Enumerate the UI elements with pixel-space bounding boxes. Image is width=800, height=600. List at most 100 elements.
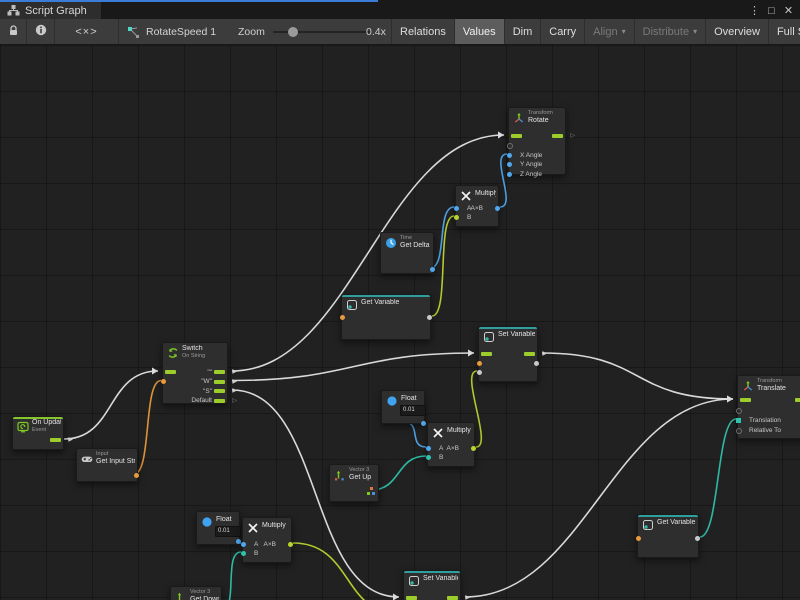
- node-header: Multiply: [262, 522, 289, 530]
- node-get-delta-time[interactable]: TimeGet Delta Time: [380, 232, 434, 274]
- dot-port[interactable]: [507, 172, 512, 177]
- variable-icon: [483, 330, 495, 342]
- flow-port[interactable]: [524, 352, 535, 356]
- node-on-update[interactable]: On UpdateEvent▶: [12, 416, 64, 450]
- dot-port[interactable]: [241, 551, 246, 556]
- circ-port[interactable]: [507, 143, 513, 149]
- dot-port[interactable]: [477, 361, 482, 366]
- node-vector3-get-up[interactable]: Vector 3Get Up: [329, 464, 379, 502]
- flow-port[interactable]: [165, 370, 176, 374]
- dot-port[interactable]: [454, 206, 459, 211]
- toolbar-button-relations[interactable]: Relations: [391, 19, 454, 44]
- tab-title: Script Graph: [25, 5, 87, 17]
- graph-reference[interactable]: RotateSpeed 1: [126, 19, 216, 44]
- dot-port[interactable]: [241, 542, 246, 547]
- node-title: Set Variable: [498, 331, 535, 339]
- maximize-button[interactable]: □: [763, 5, 780, 17]
- value-field[interactable]: 0.01: [215, 526, 241, 537]
- dot-port[interactable]: [495, 206, 500, 211]
- flow-port[interactable]: [50, 438, 61, 442]
- toolbar-button-fullscreen[interactable]: Full Screen: [768, 19, 800, 44]
- node-float-bottom[interactable]: Float0.01: [196, 511, 240, 545]
- vector3-icon: [175, 590, 187, 600]
- value-field[interactable]: 0.01: [400, 405, 426, 416]
- dot-port[interactable]: [507, 162, 512, 167]
- wire: [293, 543, 402, 600]
- graph-canvas[interactable]: TransformRotateX AngleY AngleZ Angle▷Mul…: [0, 45, 800, 600]
- float-icon: [386, 394, 398, 406]
- flow-port[interactable]: [214, 370, 225, 374]
- node-multiply-bottom[interactable]: MultiplyAA×BB: [242, 517, 292, 563]
- dot-port[interactable]: [427, 315, 432, 320]
- close-button[interactable]: ✕: [780, 4, 797, 17]
- dot-port[interactable]: [430, 267, 435, 272]
- rgb-port[interactable]: [367, 487, 375, 495]
- flow-port[interactable]: [214, 399, 225, 403]
- dot-port[interactable]: [477, 370, 482, 375]
- node-title: Multiply: [475, 190, 496, 198]
- lock-button[interactable]: [0, 19, 27, 44]
- toolbar-button-distribute[interactable]: Distribute▾: [634, 19, 705, 44]
- port-label: X Angle: [520, 151, 542, 160]
- port-label: B: [467, 213, 471, 222]
- node-set-variable-upper[interactable]: Set Variable▶: [478, 326, 538, 382]
- dot-port[interactable]: [534, 361, 539, 366]
- dot-port[interactable]: [426, 455, 431, 460]
- vec-port[interactable]: [736, 418, 741, 423]
- dot-port[interactable]: [288, 542, 293, 547]
- dot-port[interactable]: [454, 215, 459, 220]
- flow-port[interactable]: [447, 596, 458, 600]
- dot-port[interactable]: [421, 421, 426, 426]
- toolbar-button-overview[interactable]: Overview: [705, 19, 768, 44]
- zoom-to-fit-button[interactable]: <×>: [55, 19, 119, 44]
- window-menu-button[interactable]: ⋮: [746, 4, 763, 17]
- zoom-slider-thumb[interactable]: [288, 27, 298, 37]
- flow-port[interactable]: [214, 389, 225, 393]
- node-get-input-string[interactable]: InputGet Input String: [76, 448, 138, 482]
- zoom-slider[interactable]: [273, 31, 371, 33]
- port-label: Relative To: [749, 426, 781, 435]
- info-button[interactable]: [27, 19, 55, 44]
- dot-port[interactable]: [636, 536, 641, 541]
- node-multiply-mid[interactable]: MultiplyAA×BB: [427, 422, 475, 467]
- toolbar-button-align[interactable]: Align▾: [584, 19, 633, 44]
- node-set-variable-bottom[interactable]: Set Variable▶: [403, 570, 461, 600]
- node-switch[interactable]: SwitchOn String"""W""S"Default▶▶▶▷: [162, 342, 228, 404]
- node-translate[interactable]: TransformTranslateTranslationRelative To…: [737, 375, 800, 439]
- flow-port[interactable]: [214, 380, 225, 384]
- flow-port[interactable]: [552, 134, 563, 138]
- switch-icon: [167, 346, 179, 358]
- toolbar-button-label: Values: [463, 26, 496, 38]
- dot-port[interactable]: [134, 473, 139, 478]
- toolbar-button-dim[interactable]: Dim: [504, 19, 541, 44]
- port-row: AA×B: [428, 444, 474, 453]
- dot-port[interactable]: [426, 446, 431, 451]
- node-get-variable-right[interactable]: Get Variable: [637, 514, 699, 558]
- node-header: On UpdateEvent: [32, 419, 61, 434]
- node-float-mid[interactable]: Float0.01: [381, 390, 425, 424]
- toolbar-button-values[interactable]: Values: [454, 19, 504, 44]
- flow-port[interactable]: [406, 596, 417, 600]
- flow-port[interactable]: [795, 398, 800, 402]
- flow-port[interactable]: [740, 398, 751, 402]
- node-header: Set Variable: [423, 575, 458, 583]
- node-rotate[interactable]: TransformRotateX AngleY AngleZ Angle▷: [508, 107, 566, 175]
- dot-port[interactable]: [507, 153, 512, 158]
- flow-port[interactable]: [511, 134, 522, 138]
- dot-port[interactable]: [161, 379, 166, 384]
- flow-arrow-icon: ▶: [542, 351, 547, 357]
- dot-port[interactable]: [695, 536, 700, 541]
- node-header: TimeGet Delta Time: [400, 235, 431, 250]
- zoom-value: 0.4x: [366, 19, 386, 44]
- node-multiply-top[interactable]: MultiplyAA×BB: [455, 185, 499, 227]
- flow-port[interactable]: [481, 352, 492, 356]
- wire: [542, 353, 733, 399]
- dot-port[interactable]: [340, 315, 345, 320]
- node-vector3-get-down[interactable]: Vector 3Get Down: [170, 586, 222, 600]
- circ-port[interactable]: [736, 408, 742, 414]
- circ-port[interactable]: [736, 428, 742, 434]
- dot-port[interactable]: [471, 446, 476, 451]
- toolbar-button-carry[interactable]: Carry: [540, 19, 584, 44]
- node-get-variable-top[interactable]: Get Variable: [341, 294, 431, 340]
- tab-script-graph[interactable]: Script Graph: [0, 2, 101, 19]
